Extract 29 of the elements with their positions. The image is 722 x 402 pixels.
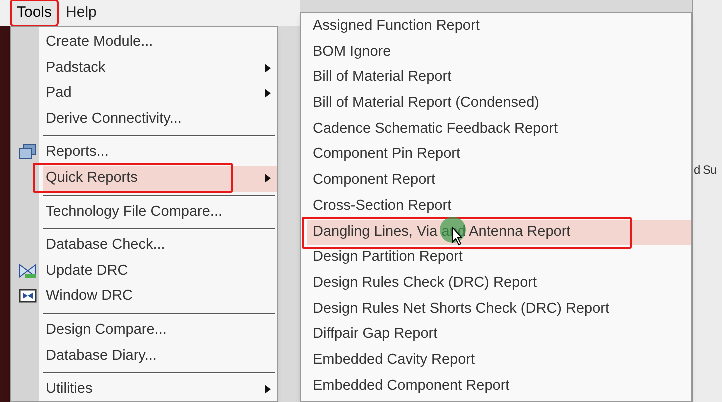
menu-item[interactable]: Component Pin Report — [307, 142, 691, 168]
menu-item[interactable]: Database Check... — [43, 233, 277, 259]
menu-item[interactable]: Embedded Component Report — [307, 374, 691, 400]
menu-item[interactable]: Cadence Schematic Feedback Report — [307, 116, 691, 142]
menu-item[interactable]: Create Module... — [43, 30, 277, 56]
menu-item[interactable]: Utilities — [43, 377, 277, 402]
menu-item[interactable]: Design Partition Report — [307, 245, 691, 271]
panel-label: d Su — [694, 162, 717, 179]
menu-item[interactable]: BOM Ignore — [307, 40, 691, 66]
menu-item[interactable]: Window DRC — [43, 284, 277, 310]
menu-bar-item[interactable]: Help — [61, 1, 102, 25]
menu-item[interactable]: Assigned Function Report — [307, 14, 691, 40]
menu-item[interactable]: Design Rules Net Shorts Check (DRC) Report — [307, 296, 691, 322]
menu-item[interactable]: Technology File Compare... — [43, 200, 277, 226]
menu-item[interactable]: Update DRC — [43, 258, 277, 284]
menu-item[interactable]: Design Compare... — [43, 318, 277, 344]
menu-item[interactable]: Reports... — [43, 140, 277, 166]
menu-item[interactable]: Embedded Cavity Report — [307, 348, 691, 374]
menu-item[interactable]: Padstack — [43, 56, 277, 82]
menu-item[interactable]: Pad — [43, 81, 277, 107]
menu-item[interactable]: Diffpair Gap Report — [307, 322, 691, 348]
menu-item[interactable]: Cross-Section Report — [307, 194, 691, 220]
menu-item[interactable]: Database Diary... — [43, 344, 277, 370]
menu-item[interactable]: Component Report — [307, 168, 691, 194]
menu-item[interactable]: Bill of Material Report — [307, 65, 691, 92]
menu-bar-item[interactable]: Tools — [12, 1, 58, 25]
menu-item[interactable]: Derive Connectivity... — [43, 106, 277, 132]
menu-item[interactable]: Bill of Material Report (Condensed) — [307, 91, 691, 117]
menu-item[interactable]: Design Rules Check (DRC) Report — [307, 270, 691, 297]
